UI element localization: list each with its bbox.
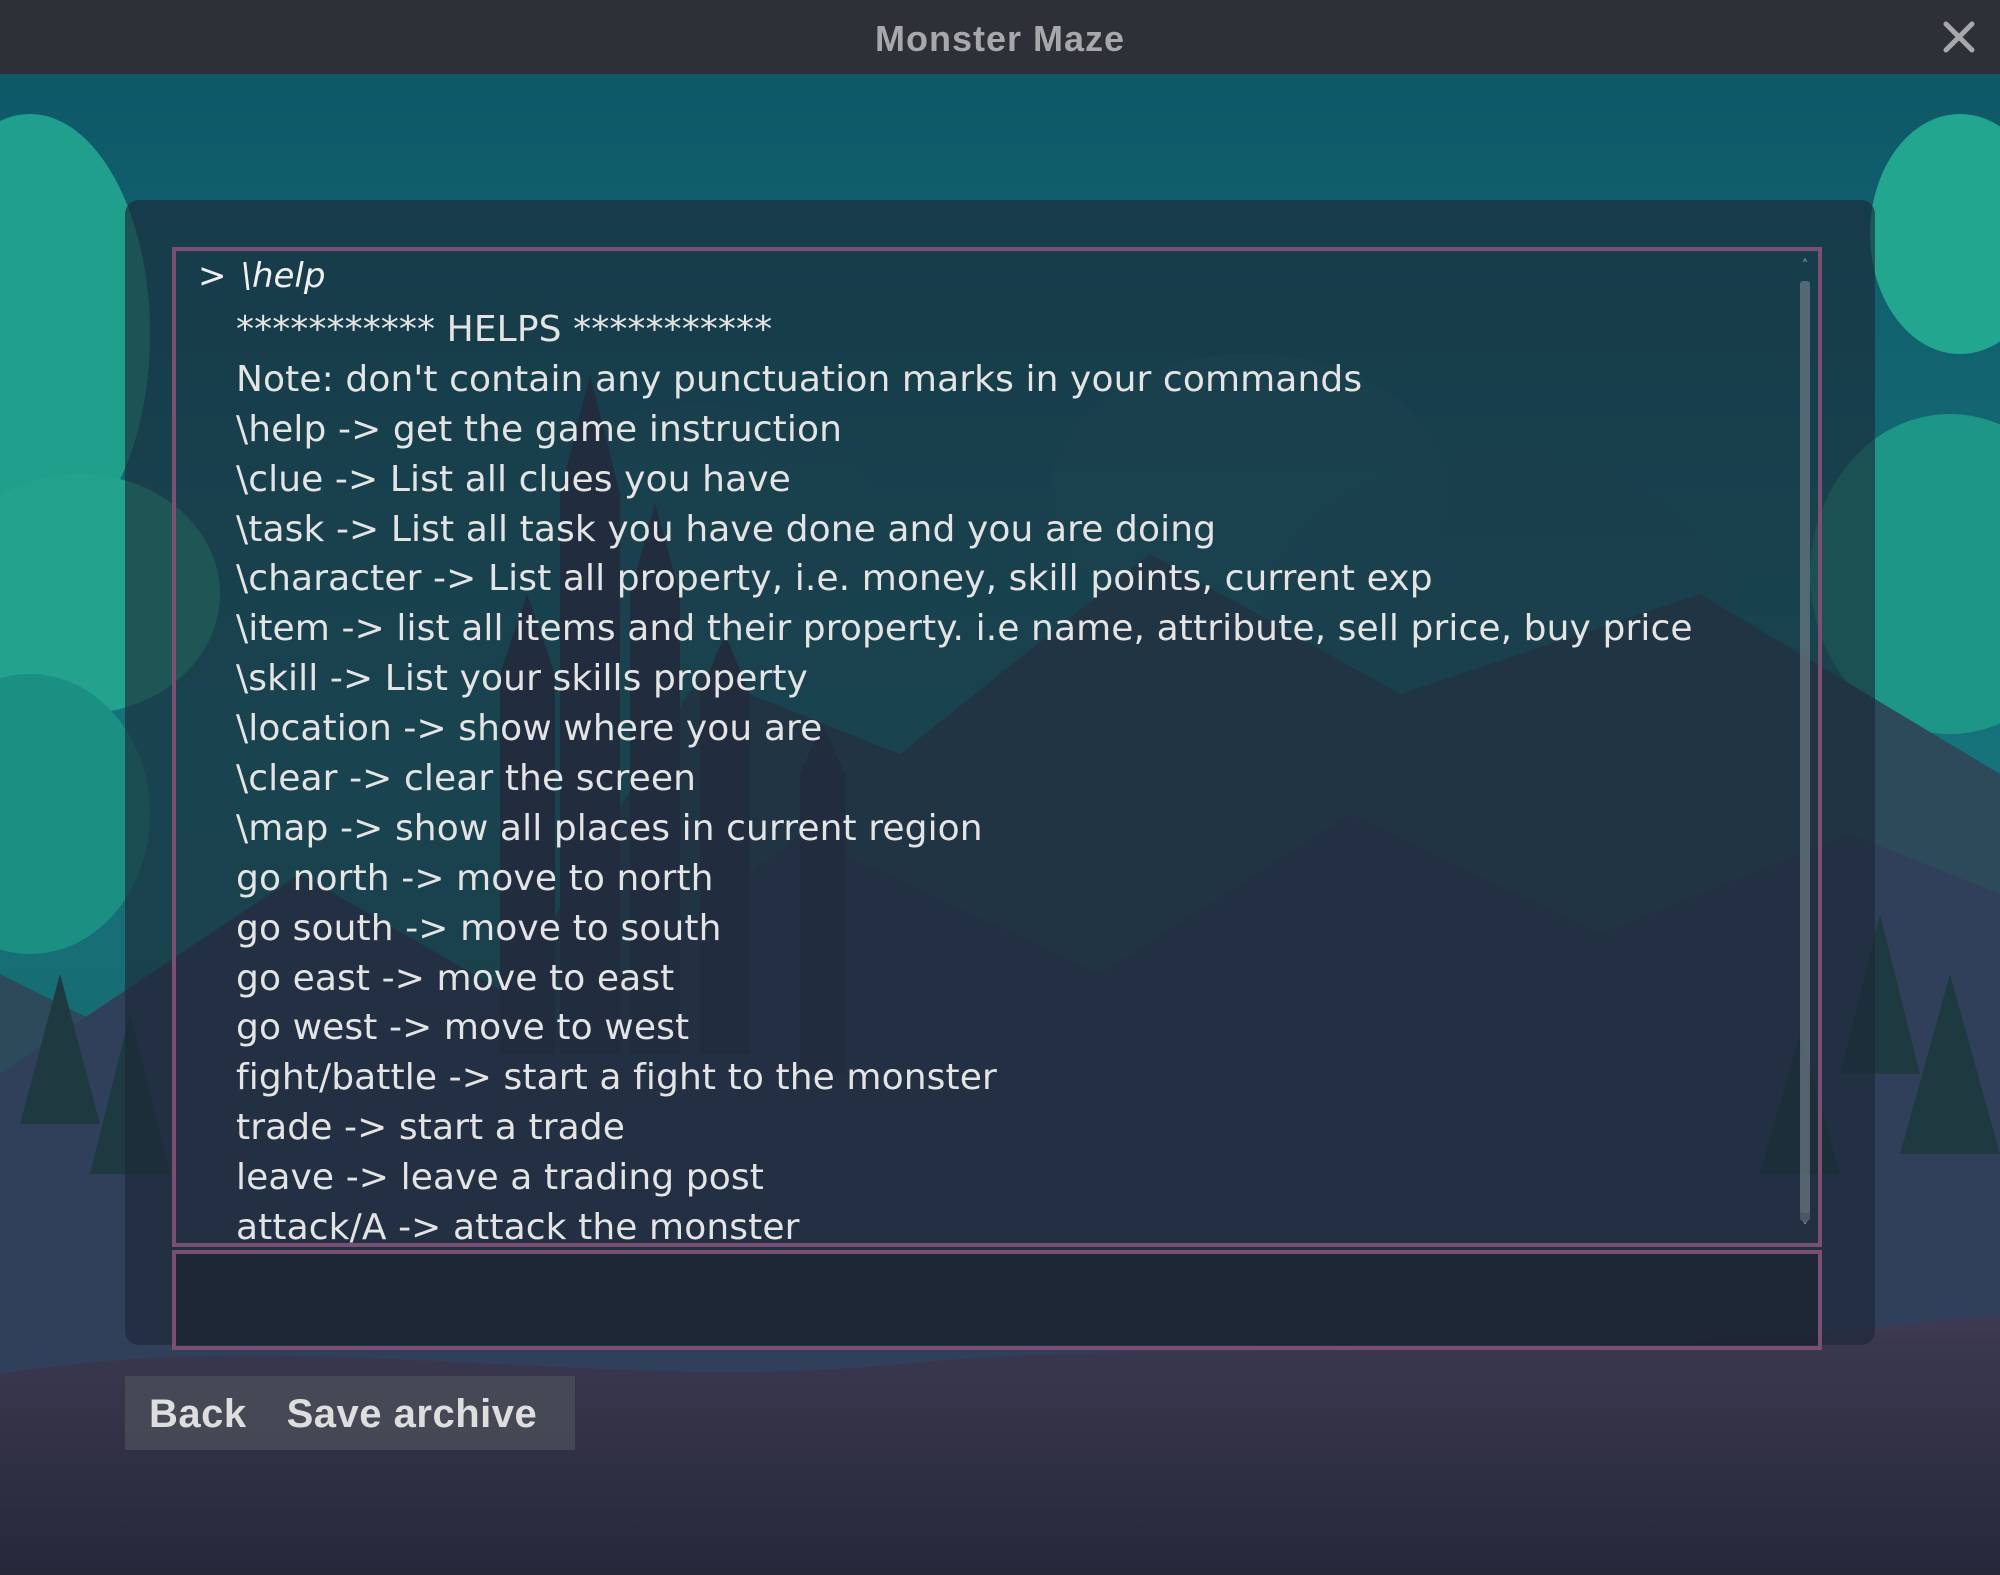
title-bar: Monster Maze xyxy=(0,0,2000,74)
scroll-down-icon[interactable]: ˅ xyxy=(1796,1217,1814,1239)
scroll-up-icon[interactable]: ˄ xyxy=(1796,255,1814,277)
close-icon xyxy=(1943,21,1975,53)
help-line: \map -> show all places in current regio… xyxy=(236,807,983,849)
game-window: Monster Maze > \help *********** HELPS **… xyxy=(0,0,2000,1575)
help-line: \task -> List all task you have done and… xyxy=(236,508,1217,550)
help-line: \character -> List all property, i.e. mo… xyxy=(236,558,1433,600)
window-title: Monster Maze xyxy=(874,18,1126,59)
help-line: Note: don't contain any punctuation mark… xyxy=(236,358,1363,400)
help-line: go north -> move to north xyxy=(236,857,714,899)
console-output-text: > \help *********** HELPS *********** Not… xyxy=(198,251,1788,1243)
help-line: go east -> move to east xyxy=(236,957,675,999)
help-line: \skill -> List your skills property xyxy=(236,658,808,700)
save-archive-button[interactable]: Save archive xyxy=(267,1376,562,1450)
prompt-symbol: > xyxy=(198,256,227,296)
command-input[interactable] xyxy=(172,1250,1822,1350)
help-line: go west -> move to west xyxy=(236,1007,690,1049)
help-line: \help -> get the game instruction xyxy=(236,408,843,450)
back-button[interactable]: Back xyxy=(125,1376,267,1450)
command-echo: > \help xyxy=(198,251,325,301)
close-button[interactable] xyxy=(1936,14,1982,60)
help-line: attack/A -> attack the monster xyxy=(236,1207,800,1243)
help-line: \item -> list all items and their proper… xyxy=(236,608,1693,650)
help-line: leave -> leave a trading post xyxy=(236,1157,764,1199)
scroll-thumb[interactable] xyxy=(1800,281,1810,1221)
help-line: *********** HELPS *********** xyxy=(236,309,773,350)
last-command: \help xyxy=(240,256,326,296)
help-line: fight/battle -> start a fight to the mon… xyxy=(236,1057,997,1099)
help-line: \clear -> clear the screen xyxy=(236,758,697,800)
help-line: \location -> show where you are xyxy=(236,708,823,750)
help-line: go south -> move to south xyxy=(236,907,722,949)
help-line: trade -> start a trade xyxy=(236,1107,625,1149)
button-bar: Back Save archive xyxy=(125,1376,575,1450)
output-scrollbar[interactable]: ˄ ˅ xyxy=(1796,255,1814,1239)
help-list: *********** HELPS *********** Note: don'… xyxy=(236,305,1693,1243)
console-output[interactable]: > \help *********** HELPS *********** Not… xyxy=(172,247,1822,1247)
help-line: \clue -> List all clues you have xyxy=(236,458,791,500)
